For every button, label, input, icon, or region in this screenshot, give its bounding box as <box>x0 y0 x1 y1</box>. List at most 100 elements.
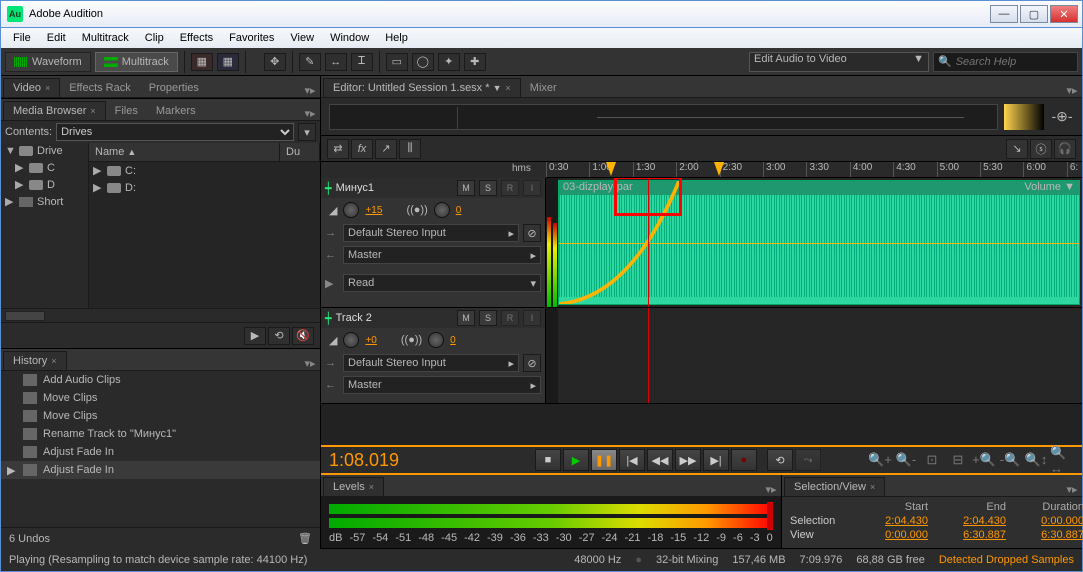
slip-tool-button[interactable]: ↔ <box>325 53 347 71</box>
eq-button[interactable]: ⫼ <box>399 139 421 159</box>
monitor-button[interactable]: I <box>523 180 541 196</box>
contents-select[interactable]: Drives <box>56 123 294 141</box>
minimize-button[interactable]: — <box>990 5 1018 23</box>
waveform-mode-button[interactable]: Waveform <box>5 52 91 72</box>
send-button[interactable]: ↗ <box>375 139 397 159</box>
menu-help[interactable]: Help <box>377 30 416 46</box>
goto-prev-button[interactable]: |◀ <box>619 449 645 471</box>
marquee-tool-button[interactable]: ▭ <box>386 53 408 71</box>
workspace-select[interactable]: Edit Audio to Video▼ <box>749 52 929 72</box>
file-list[interactable]: Name ▲ Du ▶C: ▶D: <box>89 143 320 308</box>
panel-menu-icon[interactable]: ▾▸ <box>763 483 779 496</box>
autoplay-button[interactable]: ⟲ <box>268 327 290 345</box>
tab-video[interactable]: Video× <box>3 78 60 97</box>
panel-menu-icon[interactable]: ▾▸ <box>1064 483 1080 496</box>
input-mono-button[interactable]: ⊘ <box>523 354 541 372</box>
tab-effects-rack[interactable]: Effects Rack <box>60 79 140 97</box>
menu-view[interactable]: View <box>282 30 322 46</box>
playhead[interactable] <box>648 308 649 403</box>
zoom-full-button[interactable]: ⊡ <box>920 450 944 470</box>
menu-window[interactable]: Window <box>322 30 377 46</box>
track-name[interactable]: Track 2 <box>336 312 453 324</box>
menu-file[interactable]: File <box>5 30 39 46</box>
history-list[interactable]: Add Audio Clips Move Clips Move Clips Re… <box>1 371 320 527</box>
zoom-out-time-button[interactable]: -🔍 <box>998 450 1022 470</box>
tab-media-browser[interactable]: Media Browser× <box>3 101 106 120</box>
view-start[interactable]: 0:00.000 <box>858 529 928 541</box>
pan-value[interactable]: 0 <box>456 205 462 216</box>
play-button[interactable]: ▶ <box>563 449 589 471</box>
zoom-sel-button[interactable]: ⊟ <box>946 450 970 470</box>
goto-next-button[interactable]: ▶| <box>703 449 729 471</box>
col-duration[interactable]: Du <box>280 143 320 161</box>
tool-c[interactable]: 🎧 <box>1054 139 1076 159</box>
solo-button[interactable]: S <box>479 180 497 196</box>
record-arm-button[interactable]: R <box>501 180 519 196</box>
volume-knob[interactable] <box>343 332 359 348</box>
zoom-out-amp-button[interactable]: 🔍↔ <box>1050 450 1074 470</box>
input-select[interactable]: Default Stereo Input▸ <box>343 354 519 372</box>
rewind-button[interactable]: ◀◀ <box>647 449 673 471</box>
zoom-in-time-button[interactable]: +🔍 <box>972 450 996 470</box>
list-hscroll[interactable] <box>1 308 320 322</box>
selection-duration[interactable]: 0:00.000 <box>1014 515 1083 527</box>
record-arm-button[interactable]: R <box>501 310 519 326</box>
zoom-out-button[interactable]: 🔍- <box>894 450 918 470</box>
panel-menu-icon[interactable]: ▾▸ <box>302 357 318 370</box>
selection-start[interactable]: 2:04.430 <box>858 515 928 527</box>
spectral-freq-button[interactable]: ▦ <box>191 53 213 71</box>
solo-button[interactable]: S <box>479 310 497 326</box>
tool-b[interactable]: ⓢ <box>1030 139 1052 159</box>
loop-button[interactable]: 🔇 <box>292 327 314 345</box>
track-lane[interactable] <box>558 308 1082 403</box>
snap-button[interactable]: ⇄ <box>327 139 349 159</box>
panel-menu-icon[interactable]: ▾▸ <box>1064 84 1080 97</box>
loop-button[interactable]: ⟲ <box>767 449 793 471</box>
brush-tool-button[interactable]: ✦ <box>438 53 460 71</box>
help-search-input[interactable] <box>956 56 1073 68</box>
status-warning[interactable]: Detected Dropped Samples <box>939 554 1074 566</box>
tab-levels[interactable]: Levels× <box>323 477 384 496</box>
trash-icon[interactable]: 🗑 <box>298 532 312 545</box>
mute-button[interactable]: M <box>457 180 475 196</box>
tab-mixer[interactable]: Mixer <box>521 79 566 97</box>
mute-button[interactable]: M <box>457 310 475 326</box>
time-ruler[interactable]: hms 0:30 1:00 1:30 2:00 2:30 3:00 3:30 4… <box>546 162 1082 178</box>
monitor-button[interactable]: I <box>523 310 541 326</box>
tab-editor[interactable]: Editor: Untitled Session 1.sesx * ▼× <box>323 78 521 97</box>
track-name[interactable]: Минус1 <box>336 182 453 194</box>
pan-knob[interactable] <box>428 332 444 348</box>
input-select[interactable]: Default Stereo Input▸ <box>343 224 519 242</box>
spectral-pitch-button[interactable]: ▦ <box>217 53 239 71</box>
volume-value[interactable]: +0 <box>365 335 376 346</box>
zoom-reset-icon[interactable]: -⊕- <box>1050 108 1074 125</box>
razor-tool-button[interactable]: ✎ <box>299 53 321 71</box>
tab-properties[interactable]: Properties <box>140 79 208 97</box>
selection-end[interactable]: 2:04.430 <box>936 515 1006 527</box>
pan-value[interactable]: 0 <box>450 335 456 346</box>
zoom-in-amp-button[interactable]: 🔍↕ <box>1024 450 1048 470</box>
track-lane[interactable]: 03-dizplay-parVolume ▼ <box>558 178 1082 307</box>
overview-bar[interactable]: -⊕- <box>321 98 1082 136</box>
forward-button[interactable]: ▶▶ <box>675 449 701 471</box>
output-select[interactable]: Master▸ <box>343 246 541 264</box>
fx-button[interactable]: fx <box>351 139 373 159</box>
panel-menu-icon[interactable]: ▾▸ <box>302 107 318 120</box>
tool-a[interactable]: ↘ <box>1006 139 1028 159</box>
move-tool-button[interactable]: ✥ <box>264 53 286 71</box>
view-end[interactable]: 6:30.887 <box>936 529 1006 541</box>
heal-tool-button[interactable]: ✚ <box>464 53 486 71</box>
menu-edit[interactable]: Edit <box>39 30 74 46</box>
multitrack-mode-button[interactable]: Multitrack <box>95 52 178 72</box>
play-preview-button[interactable]: ▶ <box>244 327 266 345</box>
time-select-tool-button[interactable]: Ꮖ <box>351 53 373 71</box>
timecode-display[interactable]: 1:08.019 <box>329 450 529 471</box>
tab-files[interactable]: Files <box>106 102 147 120</box>
automation-select[interactable]: Read▾ <box>343 274 541 292</box>
volume-value[interactable]: +15 <box>365 205 382 216</box>
menu-multitrack[interactable]: Multitrack <box>74 30 137 46</box>
tab-history[interactable]: History× <box>3 351 67 370</box>
pause-button[interactable]: ❚❚ <box>591 449 617 471</box>
lasso-tool-button[interactable]: ◯ <box>412 53 434 71</box>
skip-button[interactable]: ⤳ <box>795 449 821 471</box>
